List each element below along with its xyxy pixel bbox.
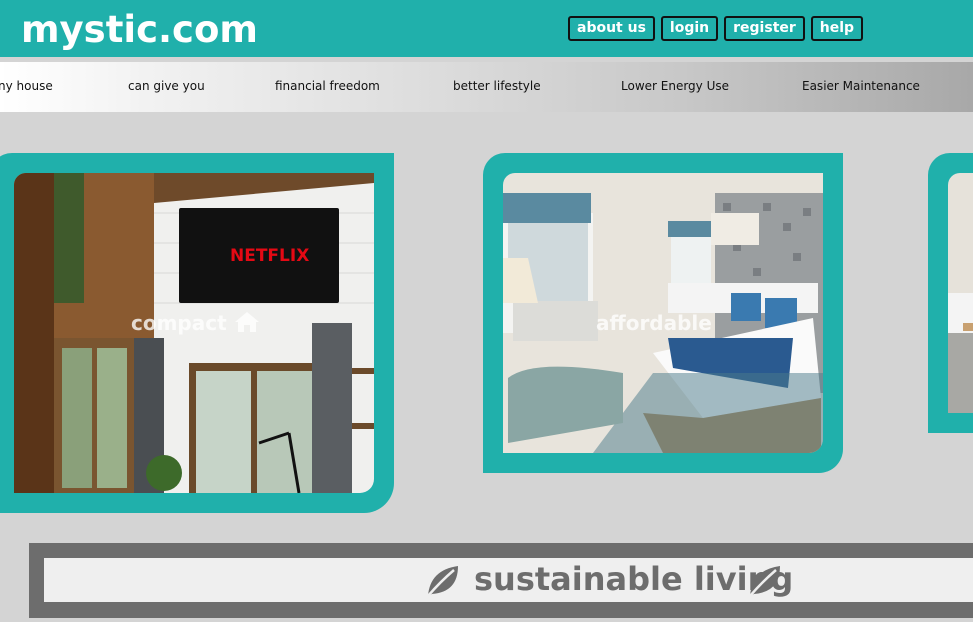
top-nav: about us login register help (568, 16, 864, 41)
login-button[interactable]: login (660, 16, 719, 41)
card-label-compact: compact (131, 311, 260, 335)
ticker-item: Lower Energy Use (621, 79, 730, 93)
ticker-item: ny house (0, 79, 53, 93)
leaf-icon (749, 566, 780, 597)
feature-ticker: ny house can give you financial freedom … (0, 62, 973, 112)
third-house-photo (948, 173, 973, 413)
register-button[interactable]: register (724, 16, 805, 41)
site-header: mystic.com about us login register help (0, 0, 973, 57)
about-us-button[interactable]: about us (568, 16, 655, 41)
home-icon (234, 312, 259, 332)
site-logo[interactable]: mystic.com (21, 8, 258, 51)
ticker-item: can give you (128, 79, 205, 93)
card-label-affordable: affordable (596, 311, 712, 335)
svg-text:NETFLIX: NETFLIX (230, 246, 309, 266)
ticker-item: financial freedom (275, 79, 380, 93)
leaf-icon (427, 566, 458, 597)
ticker-item: Easier Maintenance (802, 79, 920, 93)
help-button[interactable]: help (810, 16, 864, 41)
ticker-item: better lifestyle (453, 79, 541, 93)
